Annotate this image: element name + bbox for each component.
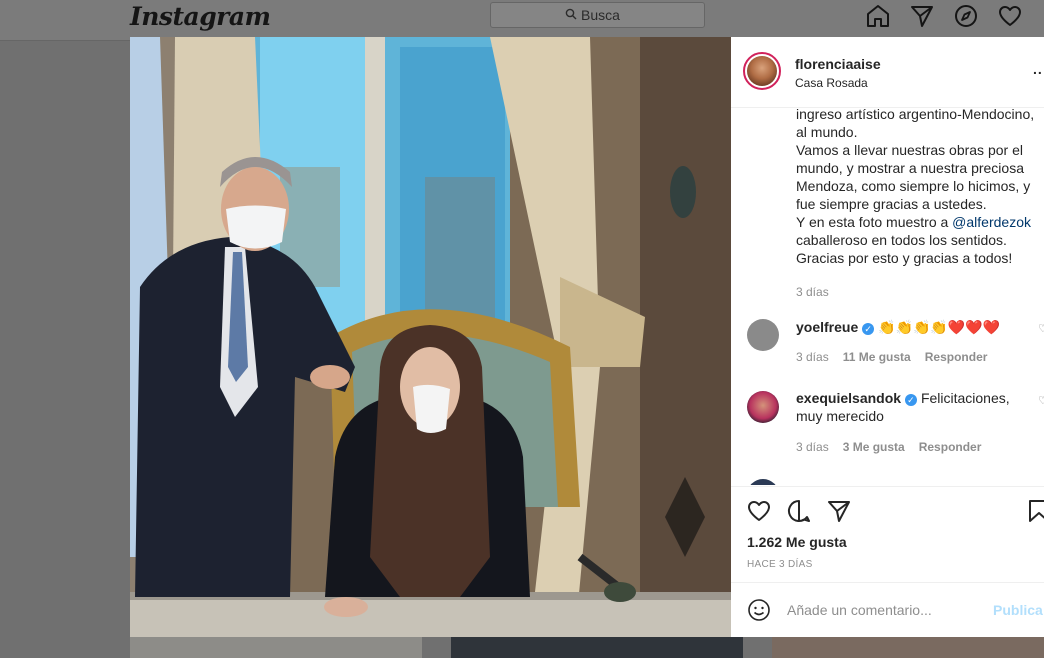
add-comment-bar: Añade un comentario... Publica xyxy=(731,582,1044,638)
caption-line: mundo, y mostrar a nuestra preciosa xyxy=(796,160,1024,176)
more-options-icon[interactable]: .. xyxy=(1033,61,1043,77)
post-photo[interactable] xyxy=(130,37,731,637)
comment-input[interactable]: Añade un comentario... xyxy=(787,602,932,618)
comment-text: yoelfreue ✓ 👏👏👏👏❤️❤️❤️ xyxy=(796,318,1036,336)
caption-line: Vamos a llevar nuestras obras por el xyxy=(796,142,1023,158)
comment-meta: 3 días 11 Me gusta Responder xyxy=(796,350,1001,364)
direct-icon[interactable] xyxy=(909,3,935,29)
comment-text: exequielsandok ✓ Felicitaciones, muy mere… xyxy=(796,389,1036,425)
commenter-username[interactable]: exequielsandok xyxy=(796,390,901,406)
related-post-thumbnail[interactable] xyxy=(772,637,1044,658)
post-side-panel: florenciaaise Casa Rosada .. ingreso art… xyxy=(731,37,1044,637)
top-navigation-bar: Instagram Busca xyxy=(0,0,1044,41)
reply-button[interactable]: Responder xyxy=(919,440,982,454)
related-post-thumbnail[interactable] xyxy=(130,637,422,658)
search-icon xyxy=(565,8,577,20)
comments-scroll-area[interactable]: ingreso artístico argentino-Mendocino, a… xyxy=(731,108,1044,485)
post-header: florenciaaise Casa Rosada .. xyxy=(731,37,1044,108)
comment-likes[interactable]: 3 Me gusta xyxy=(843,440,905,454)
home-icon[interactable] xyxy=(865,3,891,29)
caption-line: caballeroso en todos los sentidos. xyxy=(796,232,1007,248)
commenter-avatar[interactable] xyxy=(747,479,779,485)
emoji-icon[interactable] xyxy=(747,598,771,622)
verified-badge-icon: ✓ xyxy=(904,394,917,406)
like-heart-icon[interactable] xyxy=(746,498,772,524)
search-box[interactable]: Busca xyxy=(490,2,705,28)
related-post-thumbnail[interactable] xyxy=(451,637,743,658)
comment-likes[interactable]: 11 Me gusta xyxy=(843,350,911,364)
commenter-avatar[interactable] xyxy=(747,319,779,351)
comment-meta: 3 días 3 Me gusta Responder xyxy=(796,440,995,454)
commenter-username[interactable]: yoelfreue xyxy=(796,319,858,335)
share-icon[interactable] xyxy=(826,498,852,524)
save-bookmark-icon[interactable] xyxy=(1026,498,1044,524)
post-timestamp[interactable]: HACE 3 DÍAS xyxy=(747,559,813,570)
caption-line: Gracias por esto y gracias a todos! xyxy=(796,250,1013,266)
caption-line: fue siempre gracias a ustedes. xyxy=(796,196,987,212)
post-photo-image xyxy=(130,37,731,637)
caption-line: al mundo. xyxy=(796,124,858,140)
comment-bubble-icon[interactable] xyxy=(786,498,812,524)
comment-body: 👏👏👏👏❤️❤️❤️ xyxy=(878,319,1001,335)
likes-count[interactable]: 1.262 Me gusta xyxy=(747,534,847,550)
comment-time[interactable]: 3 días xyxy=(796,440,829,454)
author-username[interactable]: florenciaaise xyxy=(795,56,881,72)
caption-line: Y en esta foto muestro a @alferdezok xyxy=(796,213,1044,231)
explore-icon[interactable] xyxy=(953,3,979,29)
caption-line: ingreso artístico argentino-Mendocino, xyxy=(796,108,1035,122)
comment-like-heart-icon[interactable]: ♡ xyxy=(1038,322,1044,335)
post-location[interactable]: Casa Rosada xyxy=(795,76,868,90)
search-placeholder: Busca xyxy=(581,7,620,23)
comment-like-heart-icon[interactable]: ♡ xyxy=(1038,394,1044,407)
instagram-logo[interactable]: Instagram xyxy=(130,2,271,31)
caption-timestamp[interactable]: 3 días xyxy=(796,283,1044,301)
verified-badge-icon: ✓ xyxy=(862,323,875,335)
post-caption: ingreso artístico argentino-Mendocino, a… xyxy=(796,108,1044,301)
publish-comment-button[interactable]: Publica xyxy=(993,602,1043,618)
reply-button[interactable]: Responder xyxy=(925,350,988,364)
post-actions: 1.262 Me gusta HACE 3 DÍAS xyxy=(731,486,1044,582)
caption-line: Mendoza, como siempre lo hicimos, y xyxy=(796,178,1031,194)
caption-text: Y en esta foto muestro a xyxy=(796,214,953,230)
author-avatar[interactable] xyxy=(743,52,781,90)
commenter-avatar[interactable] xyxy=(747,391,779,423)
comment-time[interactable]: 3 días xyxy=(796,350,829,364)
activity-heart-icon[interactable] xyxy=(997,3,1023,29)
mention-link[interactable]: @alferdezok xyxy=(952,214,1031,230)
